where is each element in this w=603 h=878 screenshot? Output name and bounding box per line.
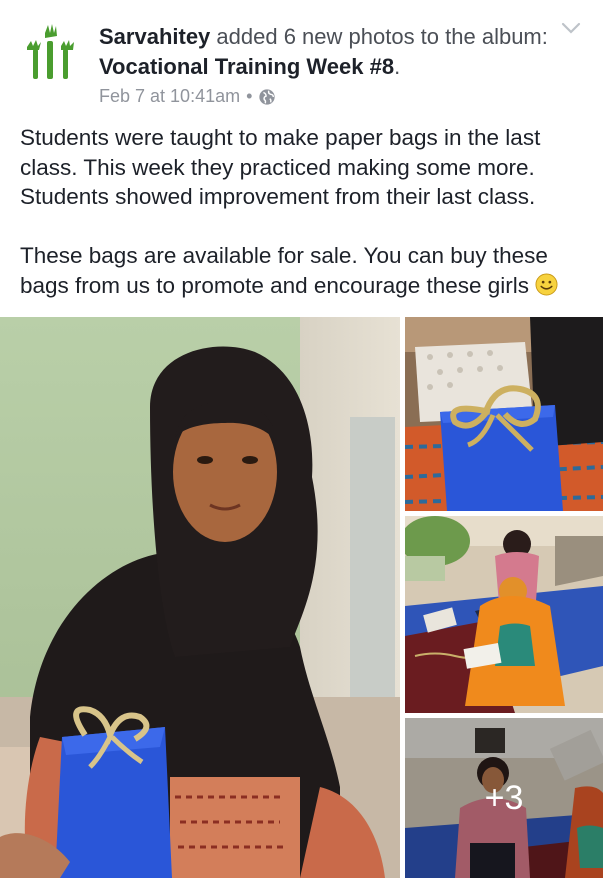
post-body: Students were taught to make paper bags … [20, 123, 590, 300]
album-link[interactable]: Vocational Training Week #8 [99, 54, 394, 79]
photo-girls-working[interactable] [405, 516, 603, 713]
girls-on-mat-photo [405, 516, 603, 713]
action-text: added 6 new photos to the album: [210, 24, 548, 49]
post-paragraph: Students were taught to make paper bags … [20, 125, 541, 209]
photo-grid: +3 [0, 317, 603, 878]
photo-bag-closeup[interactable] [405, 317, 603, 511]
more-photos-overlay[interactable]: +3 [405, 718, 603, 878]
post-paragraph: These bags are available for sale. You c… [20, 243, 548, 298]
page-avatar[interactable] [20, 22, 82, 84]
hands-logo-icon [27, 24, 74, 79]
post-header: Sarvahitey added 6 new photos to the alb… [0, 0, 603, 118]
chevron-down-icon[interactable] [560, 20, 582, 36]
more-photos-count: +3 [484, 778, 524, 817]
blue-bag-photo [405, 317, 603, 511]
post-paragraph-with-emoji: These bags are available for sale. You c… [20, 241, 590, 300]
timestamp[interactable]: Feb 7 at 10:41am [99, 86, 240, 107]
post-title: Sarvahitey added 6 new photos to the alb… [99, 22, 549, 82]
smile-emoji-icon [535, 272, 558, 296]
globe-icon [259, 88, 276, 105]
title-period: . [394, 54, 401, 79]
author-name[interactable]: Sarvahitey [99, 24, 210, 49]
meta-separator: • [246, 86, 253, 106]
photo-main[interactable] [0, 317, 400, 878]
girl-holding-blue-bag-photo [0, 317, 400, 878]
post-meta: Feb 7 at 10:41am • [99, 86, 276, 107]
photo-more[interactable]: +3 [405, 718, 603, 878]
